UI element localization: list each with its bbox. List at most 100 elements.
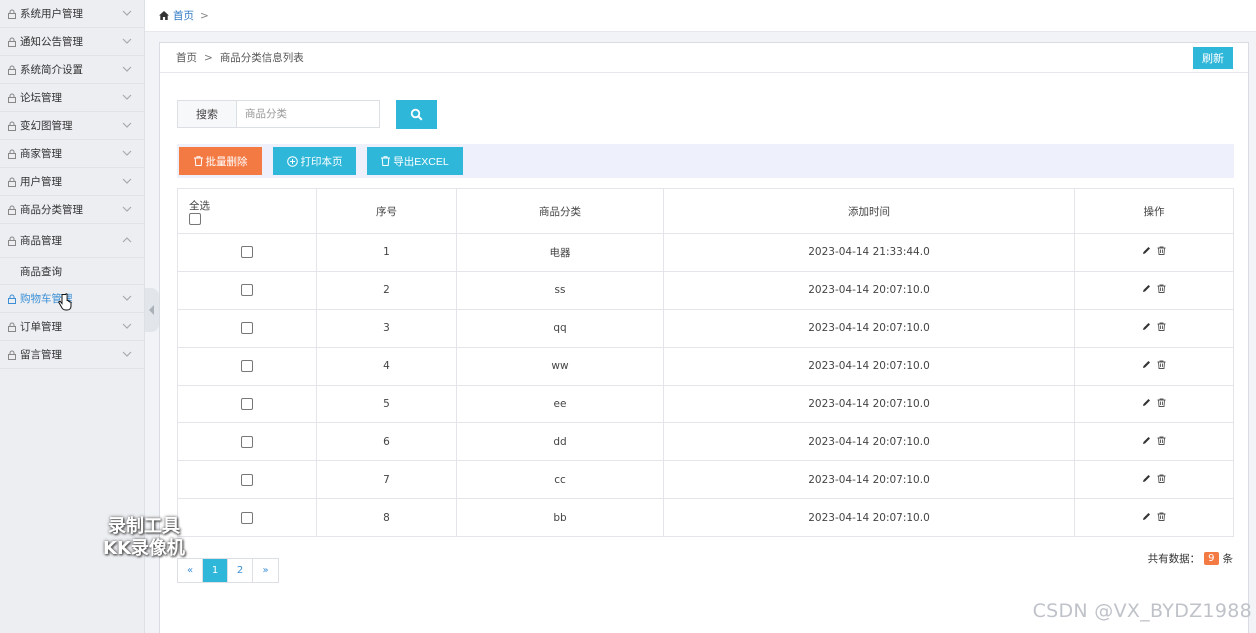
row-time: 2023-04-14 20:07:10.0 <box>663 308 1075 348</box>
row-time: 2023-04-14 20:07:10.0 <box>663 384 1075 424</box>
table-row: 5 ee 2023-04-14 20:07:10.0 <box>177 384 1234 424</box>
edit-icon[interactable] <box>1142 246 1151 255</box>
sidebar-item-messages[interactable]: 留言管理 <box>0 341 144 369</box>
batch-delete-button[interactable]: 批量删除 <box>179 147 262 175</box>
select-all-label: 全选 <box>189 199 210 212</box>
pagination-prev[interactable]: « <box>178 559 203 582</box>
action-toolbar: 批量删除 打印本页 导出EXCEL <box>177 144 1234 178</box>
sidebar-item-forum[interactable]: 论坛管理 <box>0 84 144 112</box>
sidebar-item-merchants[interactable]: 商家管理 <box>0 140 144 168</box>
pagination-page-2[interactable]: 2 <box>228 559 253 582</box>
delete-icon[interactable] <box>1157 360 1166 370</box>
row-checkbox[interactable] <box>241 398 253 410</box>
total-count: 共有数据： 9 条 <box>1148 551 1233 566</box>
row-checkbox[interactable] <box>241 322 253 335</box>
header-actions: 操作 <box>1074 188 1234 234</box>
row-checkbox[interactable] <box>241 435 253 448</box>
row-checkbox[interactable] <box>241 360 253 373</box>
sidebar-collapse-handle[interactable] <box>145 288 159 332</box>
search-input[interactable] <box>237 100 380 128</box>
search-button[interactable] <box>396 100 437 129</box>
batch-delete-label: 批量删除 <box>205 155 248 168</box>
row-time: 2023-04-14 20:07:10.0 <box>663 460 1075 500</box>
lock-icon <box>6 235 18 247</box>
row-select-cell <box>177 460 317 500</box>
edit-icon[interactable] <box>1142 436 1151 445</box>
sidebar-item-categories[interactable]: 商品分类管理 <box>0 196 144 224</box>
delete-icon[interactable] <box>1157 436 1166 445</box>
sidebar-item-system-users[interactable]: 系统用户管理 <box>0 0 144 28</box>
sidebar-item-cart[interactable]: 购物车管理 <box>0 285 144 313</box>
row-time: 2023-04-14 20:07:10.0 <box>663 498 1075 538</box>
pagination-next[interactable]: » <box>253 559 278 582</box>
row-actions <box>1074 270 1234 310</box>
search-icon <box>410 108 423 121</box>
edit-icon[interactable] <box>1142 360 1151 369</box>
delete-icon[interactable] <box>1157 322 1166 332</box>
row-index: 3 <box>316 308 457 348</box>
sidebar-item-system-intro[interactable]: 系统简介设置 <box>0 56 144 84</box>
row-select-cell <box>177 384 317 424</box>
row-select-cell <box>177 498 317 538</box>
top-breadcrumb-bar: 首页 > <box>145 0 1256 32</box>
row-checkbox[interactable] <box>241 473 253 486</box>
delete-icon[interactable] <box>1157 474 1166 483</box>
delete-icon[interactable] <box>1157 246 1166 256</box>
row-index: 5 <box>316 384 457 424</box>
trash-icon <box>193 156 203 166</box>
header-index: 序号 <box>316 188 457 234</box>
lock-icon <box>6 204 18 216</box>
lock-icon <box>6 176 18 188</box>
table-row: 7 cc 2023-04-14 20:07:10.0 <box>177 460 1234 500</box>
chevron-down-icon <box>122 150 132 156</box>
breadcrumb-home-link[interactable]: 首页 <box>173 8 194 23</box>
delete-icon[interactable] <box>1157 284 1166 294</box>
table-row: 6 dd 2023-04-14 20:07:10.0 <box>177 422 1234 462</box>
row-category: ww <box>456 346 664 386</box>
table-header-row: 全选 序号 商品分类 添加时间 操作 <box>177 188 1234 234</box>
recorder-watermark: 录制工具 KK录像机 <box>103 516 185 560</box>
header-time: 添加时间 <box>663 188 1075 234</box>
export-excel-label: 导出EXCEL <box>393 155 449 168</box>
pagination-page-1[interactable]: 1 <box>203 559 228 582</box>
print-page-button[interactable]: 打印本页 <box>273 147 356 175</box>
lock-icon <box>6 293 18 305</box>
breadcrumb-separator: > <box>200 9 209 22</box>
delete-icon[interactable] <box>1157 398 1166 407</box>
lock-icon <box>6 120 18 132</box>
sidebar-item-products[interactable]: 商品管理 <box>0 224 144 258</box>
edit-icon[interactable] <box>1142 398 1151 407</box>
row-checkbox[interactable] <box>241 284 253 297</box>
lock-icon <box>6 321 18 333</box>
select-all-checkbox[interactable] <box>189 212 201 225</box>
sidebar-subitem-product-query[interactable]: 商品查询 <box>0 258 144 285</box>
row-category: ss <box>456 270 664 310</box>
row-select-cell <box>177 270 317 310</box>
trash-icon <box>381 156 391 166</box>
row-index: 4 <box>316 346 457 386</box>
refresh-button[interactable]: 刷新 <box>1193 47 1233 69</box>
app: 系统用户管理 通知公告管理 系统简介设置 论坛管理 变幻图管理 商家管理 用户管… <box>0 0 1256 633</box>
sidebar-item-orders[interactable]: 订单管理 <box>0 313 144 341</box>
row-checkbox[interactable] <box>241 511 253 524</box>
sidebar-item-notices[interactable]: 通知公告管理 <box>0 28 144 56</box>
table-row: 8 bb 2023-04-14 20:07:10.0 <box>177 498 1234 538</box>
row-category: ee <box>456 384 664 424</box>
edit-icon[interactable] <box>1142 284 1151 293</box>
sidebar-item-carousel[interactable]: 变幻图管理 <box>0 112 144 140</box>
panel-breadcrumb-home[interactable]: 首页 <box>176 50 197 65</box>
watermark-line1: 录制工具 <box>107 516 180 537</box>
table-row: 3 qq 2023-04-14 20:07:10.0 <box>177 308 1234 348</box>
row-time: 2023-04-14 20:07:10.0 <box>663 422 1075 462</box>
row-select-cell <box>177 422 317 462</box>
row-index: 2 <box>316 270 457 310</box>
row-checkbox[interactable] <box>241 246 253 259</box>
sidebar-item-users[interactable]: 用户管理 <box>0 168 144 196</box>
watermark-line2: KK录像机 <box>103 538 185 559</box>
delete-icon[interactable] <box>1157 512 1166 521</box>
export-excel-button[interactable]: 导出EXCEL <box>367 147 463 175</box>
edit-icon[interactable] <box>1142 474 1151 483</box>
edit-icon[interactable] <box>1142 512 1151 521</box>
row-actions <box>1074 422 1234 462</box>
edit-icon[interactable] <box>1142 322 1151 331</box>
